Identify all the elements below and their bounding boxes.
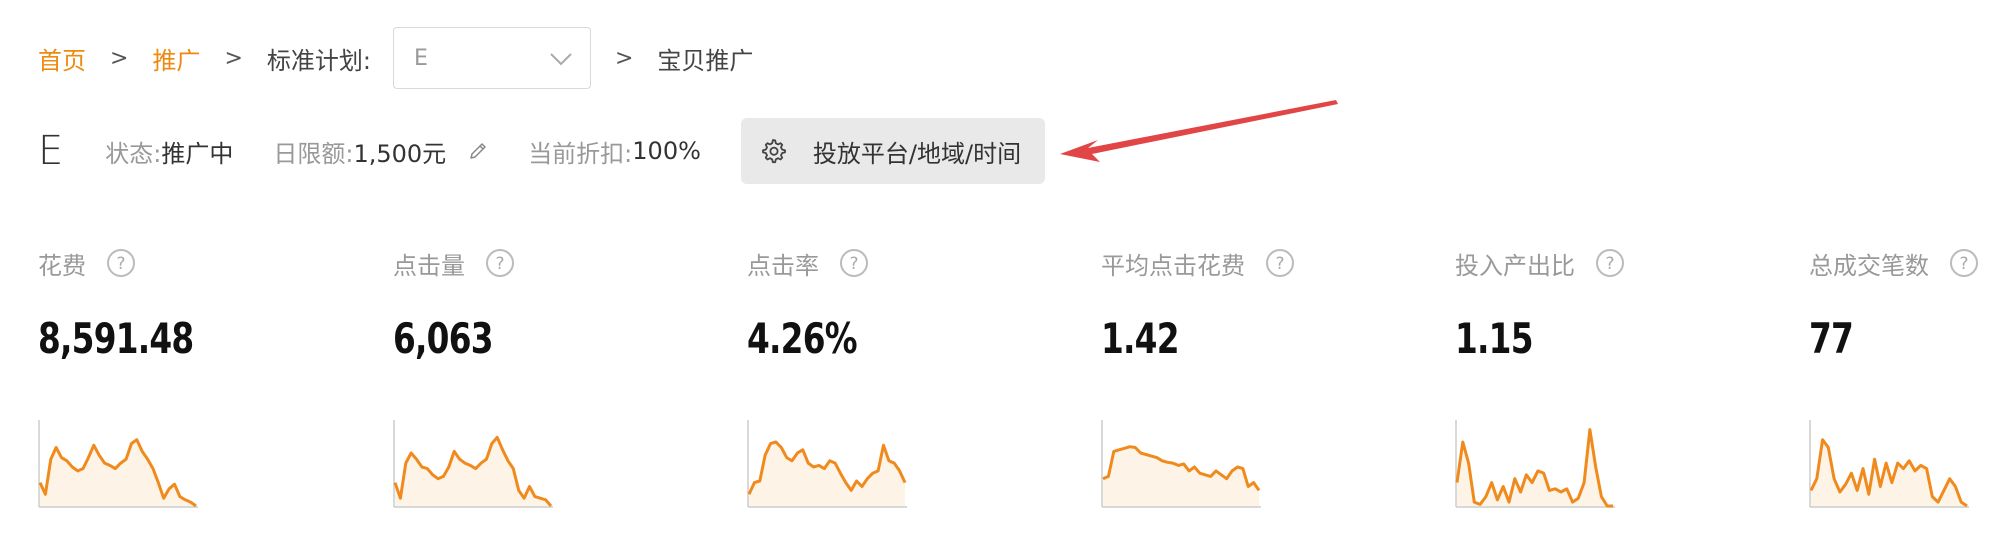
metric-ctr: 点击率 ? 4.26% xyxy=(747,246,1047,526)
svg-text:?: ? xyxy=(849,254,858,274)
metric-value: 77 xyxy=(1809,314,1854,363)
metric-label: 总成交笔数 ? xyxy=(1809,246,2011,280)
breadcrumb-separator: > xyxy=(614,45,634,71)
help-icon[interactable]: ? xyxy=(1595,248,1625,278)
metric-label: 点击率 ? xyxy=(747,246,1047,280)
svg-text:?: ? xyxy=(1959,254,1968,274)
plan-select-value: E xyxy=(413,45,428,71)
sparkline-chart xyxy=(747,420,907,508)
metric-value: 8,591.48 xyxy=(38,314,194,363)
help-icon[interactable]: ? xyxy=(106,248,136,278)
budget-label: 日限额: xyxy=(273,139,354,168)
sparkline-area xyxy=(1103,446,1259,506)
sparkline-area xyxy=(40,439,196,506)
metric-label-text: 总成交笔数 xyxy=(1809,251,1929,280)
breadcrumb-plan-label: 标准计划: xyxy=(266,46,371,75)
plan-discount: 当前折扣: 100% xyxy=(528,134,701,169)
breadcrumb-current: 宝贝推广 xyxy=(657,46,754,75)
help-icon[interactable]: ? xyxy=(1949,248,1979,278)
platform-region-time-button[interactable]: 投放平台/地域/时间 xyxy=(740,118,1046,184)
metric-orders: 总成交笔数 ? 77 xyxy=(1809,246,2011,526)
metric-label: 点击量 ? xyxy=(393,246,693,280)
breadcrumb-promote-link[interactable]: 推广 xyxy=(152,41,200,76)
help-icon[interactable]: ? xyxy=(1265,248,1295,278)
metric-label-text: 点击率 xyxy=(747,251,819,280)
sparkline-chart xyxy=(1809,420,1969,508)
metric-clicks: 点击量 ? 6,063 xyxy=(393,246,693,526)
metrics-panel: 花费 ? 8,591.48 点击量 ? 6,063 点击率 ? 4.26% 平均… xyxy=(38,246,1998,526)
metric-value: 4.26% xyxy=(747,314,858,363)
help-icon[interactable]: ? xyxy=(839,248,869,278)
plan-status: 状态: 推广中 xyxy=(105,134,233,169)
svg-text:?: ? xyxy=(116,254,125,274)
plan-info-row: E 状态: 推广中 日限额: 1,500元 当前折扣: 100% 投放平台/地域… xyxy=(38,118,1046,184)
metric-cost: 花费 ? 8,591.48 xyxy=(38,246,338,526)
status-value: 推广中 xyxy=(161,139,234,168)
sparkline-chart xyxy=(1101,420,1261,508)
metric-label: 平均点击花费 ? xyxy=(1101,246,1401,280)
annotation-arrow xyxy=(1060,100,1338,162)
plan-name: E xyxy=(38,128,64,174)
help-icon[interactable]: ? xyxy=(485,248,515,278)
metric-label-text: 投入产出比 xyxy=(1455,251,1575,280)
plan-select-dropdown[interactable]: E xyxy=(392,27,591,89)
breadcrumb-separator: > xyxy=(110,45,129,71)
metric-value: 6,063 xyxy=(393,314,494,363)
sparkline-chart xyxy=(1455,420,1615,508)
breadcrumb-home-link[interactable]: 首页 xyxy=(38,41,86,76)
sparkline-chart xyxy=(393,420,553,508)
status-label: 状态: xyxy=(105,139,162,168)
metric-value: 1.42 xyxy=(1101,314,1179,363)
svg-text:?: ? xyxy=(1605,254,1614,274)
metric-avg-cpc: 平均点击花费 ? 1.42 xyxy=(1101,246,1401,526)
metric-label-text: 花费 xyxy=(38,251,86,280)
discount-value: 100% xyxy=(632,137,701,165)
budget-value: 1,500元 xyxy=(353,139,447,168)
pencil-icon[interactable] xyxy=(468,141,488,161)
metric-label: 花费 ? xyxy=(38,246,338,280)
metric-value: 1.15 xyxy=(1455,314,1533,363)
gear-icon xyxy=(762,139,786,164)
metric-label-text: 平均点击花费 xyxy=(1101,251,1245,280)
discount-label: 当前折扣: xyxy=(528,139,633,168)
svg-text:?: ? xyxy=(1275,254,1284,274)
breadcrumb: 首页 > 推广 > 标准计划: E > 宝贝推广 xyxy=(38,26,753,90)
platform-button-label: 投放平台/地域/时间 xyxy=(812,139,1022,168)
breadcrumb-separator: > xyxy=(224,45,243,71)
sparkline-area xyxy=(395,437,551,506)
sparkline-chart xyxy=(38,420,198,508)
plan-budget: 日限额: 1,500元 xyxy=(273,134,488,169)
svg-text:?: ? xyxy=(495,254,504,274)
metric-label: 投入产出比 ? xyxy=(1455,246,1755,280)
metric-label-text: 点击量 xyxy=(393,251,465,280)
metric-roi: 投入产出比 ? 1.15 xyxy=(1455,246,1755,526)
chevron-down-icon xyxy=(550,53,572,66)
